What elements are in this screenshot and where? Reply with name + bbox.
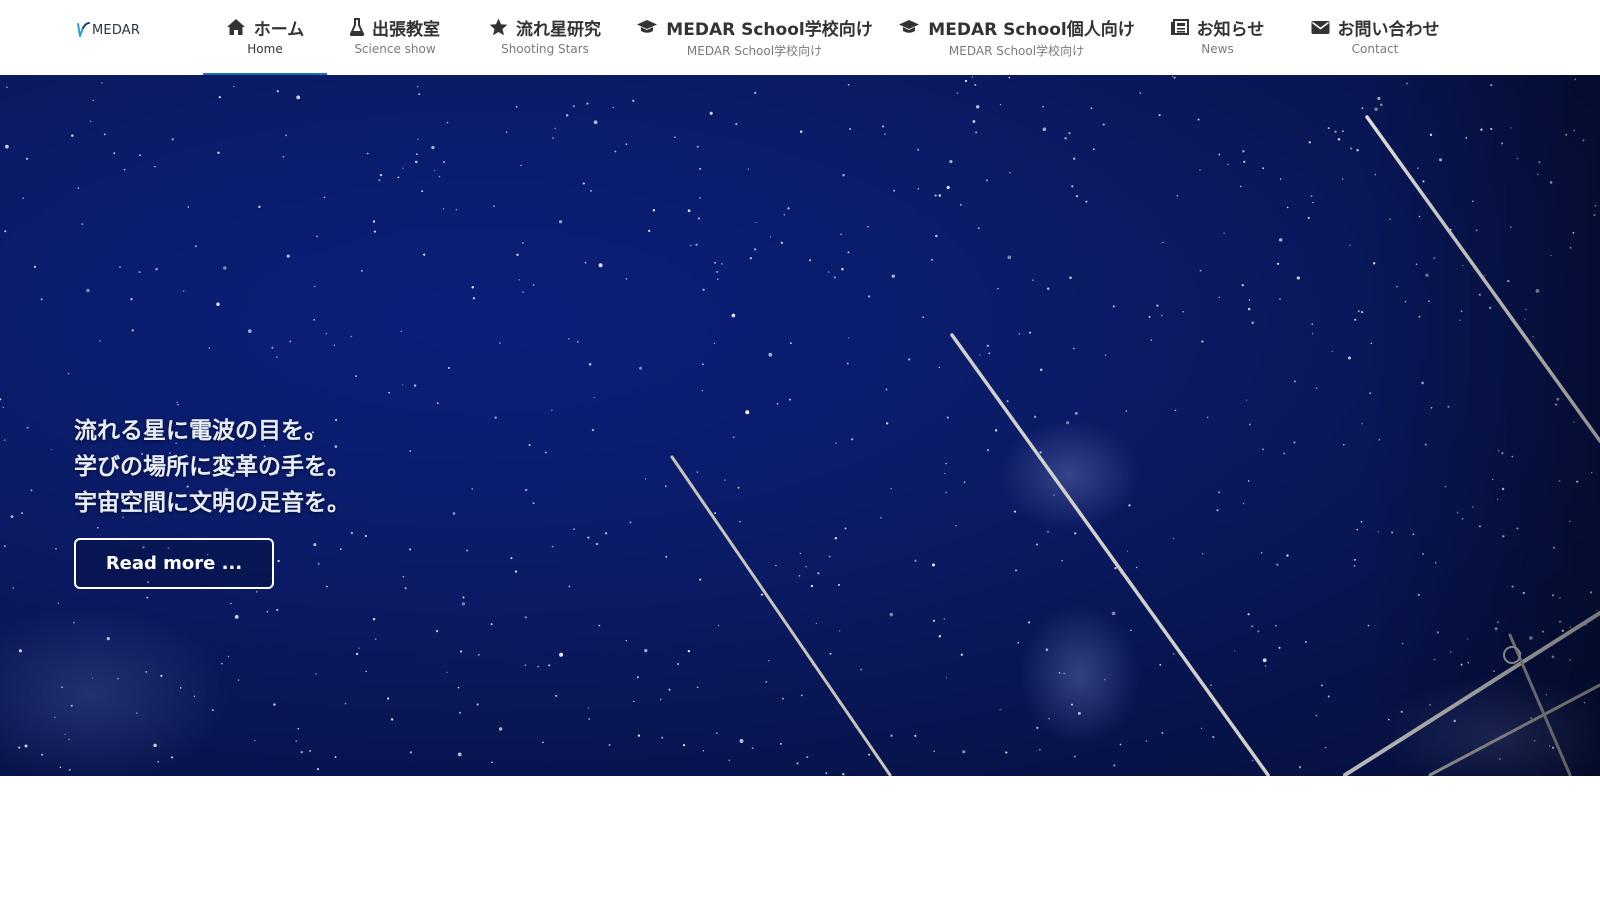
nav-sub-news: News [1201, 42, 1234, 56]
nav-sub-home: Home [247, 42, 283, 56]
nav-label-science-show: 出張教室 [372, 19, 440, 40]
nav-sub-school-for-schools: MEDAR School学校向け [686, 44, 823, 58]
tagline-line-3: 宇宙空間に文明の足音を。 [74, 490, 350, 516]
nav-sub-school-for-individuals: MEDAR School学校向け [948, 44, 1085, 58]
read-more-button[interactable]: Read more ... [74, 538, 274, 589]
nav-label-home: ホーム [253, 19, 305, 40]
flask-icon [350, 18, 364, 36]
nav-sub-contact: Contact [1351, 42, 1399, 56]
nav-sub-shooting-stars: Shooting Stars [501, 42, 589, 56]
home-icon [226, 19, 245, 35]
star-icon [489, 18, 508, 36]
nav-item-contact[interactable]: お問い合わせ Contact [1305, 0, 1445, 75]
tagline-line-1: 流れる星に電波の目を。 [74, 418, 327, 444]
nav-item-school-for-individuals[interactable]: MEDAR School個人向け MEDAR School学校向け [899, 0, 1135, 75]
newspaper-icon [1170, 19, 1189, 35]
main-nav: ホーム Home 出張教室 Science show 流れ星研究 Shootin [0, 0, 1600, 75]
nav-item-home[interactable]: ホーム Home [203, 0, 327, 75]
hero-banner: 流れる星に電波の目を。 学びの場所に変革の手を。 宇宙空間に文明の足音を。 Re… [0, 75, 1600, 776]
nav-item-school-for-schools[interactable]: MEDAR School学校向け MEDAR School学校向け [637, 0, 873, 75]
tagline-line-2: 学びの場所に変革の手を。 [74, 454, 350, 480]
graduation-cap-icon [899, 20, 920, 33]
nav-label-news: お知らせ [1196, 19, 1265, 40]
nav-label-contact: お問い合わせ [1337, 19, 1440, 40]
hero-tagline: 流れる星に電波の目を。 学びの場所に変革の手を。 宇宙空間に文明の足音を。 [74, 413, 350, 521]
nav-label-school-for-schools: MEDAR School学校向け [666, 19, 873, 40]
site-header: MEDAR ホーム Home 出張教室 Science show 流れ星研究 S… [0, 0, 1600, 75]
nav-label-shooting-stars: 流れ星研究 [516, 19, 601, 40]
nav-label-school-for-individuals: MEDAR School個人向け [928, 19, 1135, 40]
nav-item-shooting-stars[interactable]: 流れ星研究 Shooting Stars [480, 0, 610, 75]
graduation-cap-icon [637, 20, 658, 33]
nav-item-science-show[interactable]: 出張教室 Science show [340, 0, 450, 75]
nav-sub-science-show: Science show [354, 42, 436, 56]
envelope-icon [1311, 20, 1329, 34]
nav-item-news[interactable]: お知らせ News [1165, 0, 1270, 75]
